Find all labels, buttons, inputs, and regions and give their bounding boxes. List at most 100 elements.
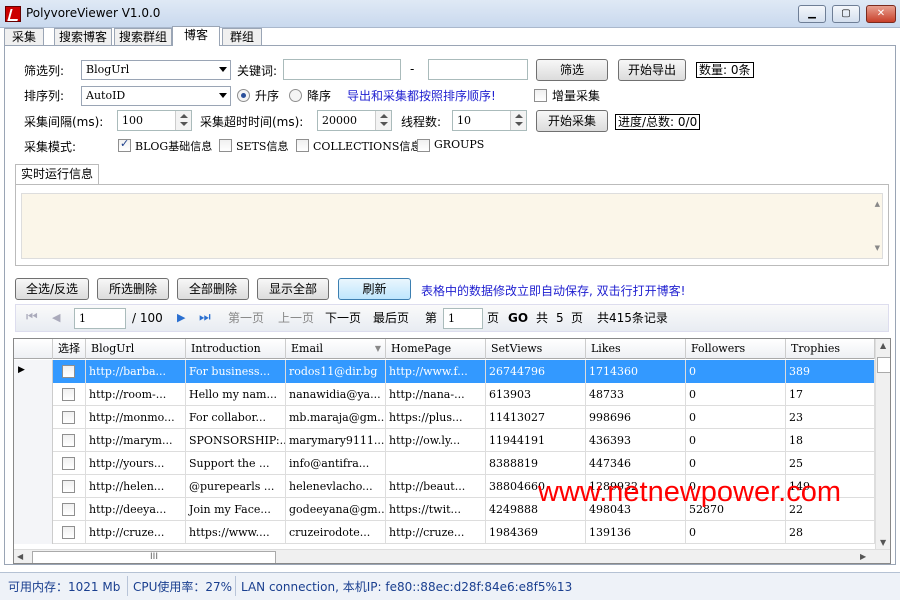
column-header-setviews[interactable]: SetViews <box>486 339 586 359</box>
keyword-to-input[interactable] <box>428 59 528 80</box>
email-cell[interactable]: helenevlacho... <box>286 475 386 498</box>
setviews-cell[interactable]: 11413027 <box>486 406 586 429</box>
likes-cell[interactable]: 447346 <box>586 452 686 475</box>
email-cell[interactable]: info@antifra... <box>286 452 386 475</box>
introduction-cell[interactable]: https://www.... <box>186 521 286 544</box>
keyword-from-input[interactable] <box>283 59 401 80</box>
mode-collections-checkbox[interactable] <box>296 139 309 152</box>
start-collect-button[interactable]: 开始采集 <box>536 110 608 132</box>
next-page-icon[interactable]: ▶ <box>177 310 185 326</box>
row-header[interactable] <box>14 452 53 475</box>
row-header[interactable] <box>14 429 53 452</box>
row-checkbox[interactable] <box>62 434 75 447</box>
row-header[interactable]: ▶ <box>14 360 53 383</box>
homepage-cell[interactable]: http://cruze... <box>386 521 486 544</box>
select-cell[interactable] <box>53 452 86 475</box>
homepage-cell[interactable]: https://plus... <box>386 406 486 429</box>
select-cell[interactable] <box>53 521 86 544</box>
table-row[interactable]: http://marym... SPONSORSHIP:... marymary91… <box>14 429 875 452</box>
row-checkbox[interactable] <box>62 388 75 401</box>
introduction-cell[interactable]: Join my Face... <box>186 498 286 521</box>
likes-cell[interactable]: 1714360 <box>586 360 686 383</box>
introduction-cell[interactable]: Support the ... <box>186 452 286 475</box>
email-cell[interactable]: godeeyana@gm... <box>286 498 386 521</box>
prev-page-link[interactable]: 上一页 <box>278 310 314 326</box>
mode-blog-checkbox[interactable] <box>118 137 131 152</box>
column-header-homepage[interactable]: HomePage <box>386 339 486 359</box>
export-button[interactable]: 开始导出 <box>618 59 686 81</box>
sort-column-select[interactable]: AutoID <box>81 86 231 106</box>
blogurl-cell[interactable]: http://deeya... <box>86 498 186 521</box>
trophies-cell[interactable]: 23 <box>786 406 875 429</box>
scroll-down-icon[interactable]: ▼ <box>880 538 886 547</box>
column-header-trophies[interactable]: Trophies <box>786 339 875 359</box>
descending-radio[interactable] <box>289 89 302 102</box>
email-cell[interactable]: nanawidia@ya... <box>286 383 386 406</box>
row-checkbox[interactable] <box>62 411 75 424</box>
tab-blog[interactable]: 博客 <box>172 26 220 46</box>
horizontal-scrollbar[interactable]: ◀ III ▶ <box>14 549 890 563</box>
page-number-input[interactable]: 1 <box>74 308 126 329</box>
row-checkbox[interactable] <box>62 503 75 516</box>
likes-cell[interactable]: 139136 <box>586 521 686 544</box>
show-all-button[interactable]: 显示全部 <box>257 278 329 300</box>
homepage-cell[interactable] <box>386 452 486 475</box>
followers-cell[interactable]: 0 <box>686 383 786 406</box>
introduction-cell[interactable]: Hello my nam... <box>186 383 286 406</box>
last-page-link[interactable]: 最后页 <box>373 310 409 326</box>
introduction-cell[interactable]: For collabor... <box>186 406 286 429</box>
homepage-cell[interactable]: http://beaut... <box>386 475 486 498</box>
last-page-icon[interactable]: ⏭ <box>199 310 211 326</box>
column-header-likes[interactable]: Likes <box>586 339 686 359</box>
email-cell[interactable]: marymary9111... <box>286 429 386 452</box>
introduction-cell[interactable]: @purepearls ... <box>186 475 286 498</box>
column-header-email[interactable]: Email ▼ <box>286 339 386 359</box>
goto-page-input[interactable]: 1 <box>443 308 483 329</box>
scroll-down-icon[interactable]: ▼ <box>875 244 880 252</box>
followers-cell[interactable]: 0 <box>686 452 786 475</box>
table-row[interactable]: ▶ http://barba... For business... rodos11@d… <box>14 360 875 383</box>
interval-spinner[interactable]: 100 <box>117 110 192 131</box>
mode-sets-checkbox[interactable] <box>219 139 232 152</box>
column-header-select[interactable]: 选择 <box>53 339 86 359</box>
followers-cell[interactable]: 0 <box>686 360 786 383</box>
scroll-left-icon[interactable]: ◀ <box>17 552 23 561</box>
close-button[interactable]: ✕ <box>866 5 896 23</box>
log-tab[interactable]: 实时运行信息 <box>15 164 99 184</box>
row-header[interactable] <box>14 475 53 498</box>
select-cell[interactable] <box>53 406 86 429</box>
blogurl-cell[interactable]: http://barba... <box>86 360 186 383</box>
prev-page-icon[interactable]: ◀ <box>52 310 60 326</box>
row-header[interactable] <box>14 383 53 406</box>
likes-cell[interactable]: 998696 <box>586 406 686 429</box>
setviews-cell[interactable]: 26744796 <box>486 360 586 383</box>
spinner-arrows-icon[interactable] <box>175 111 191 130</box>
table-row[interactable]: http://cruze... https://www.... cruzeirodo… <box>14 521 875 544</box>
tab-search-group[interactable]: 搜索群组 <box>114 28 172 46</box>
blogurl-cell[interactable]: http://marym... <box>86 429 186 452</box>
spinner-arrows-icon[interactable] <box>375 111 391 130</box>
maximize-button[interactable]: ▢ <box>832 5 860 23</box>
blogurl-cell[interactable]: http://room-... <box>86 383 186 406</box>
blogurl-cell[interactable]: http://helen... <box>86 475 186 498</box>
scroll-up-icon[interactable]: ▲ <box>880 341 886 350</box>
filter-button[interactable]: 筛选 <box>536 59 608 81</box>
email-cell[interactable]: mb.maraja@gm... <box>286 406 386 429</box>
homepage-cell[interactable]: http://www.f... <box>386 360 486 383</box>
tab-group[interactable]: 群组 <box>222 28 262 46</box>
blogurl-cell[interactable]: http://yours... <box>86 452 186 475</box>
threads-spinner[interactable]: 10 <box>452 110 527 131</box>
vertical-scroll-thumb[interactable] <box>877 357 890 373</box>
trophies-cell[interactable]: 28 <box>786 521 875 544</box>
introduction-cell[interactable]: For business... <box>186 360 286 383</box>
go-button[interactable]: GO <box>508 310 528 326</box>
homepage-cell[interactable]: http://ow.ly... <box>386 429 486 452</box>
row-checkbox[interactable] <box>62 365 75 378</box>
email-cell[interactable]: rodos11@dir.bg <box>286 360 386 383</box>
timeout-spinner[interactable]: 20000 <box>317 110 392 131</box>
select-cell[interactable] <box>53 498 86 521</box>
likes-cell[interactable]: 436393 <box>586 429 686 452</box>
delete-all-button[interactable]: 全部删除 <box>177 278 249 300</box>
horizontal-scroll-thumb[interactable]: III <box>32 551 276 563</box>
setviews-cell[interactable]: 613903 <box>486 383 586 406</box>
